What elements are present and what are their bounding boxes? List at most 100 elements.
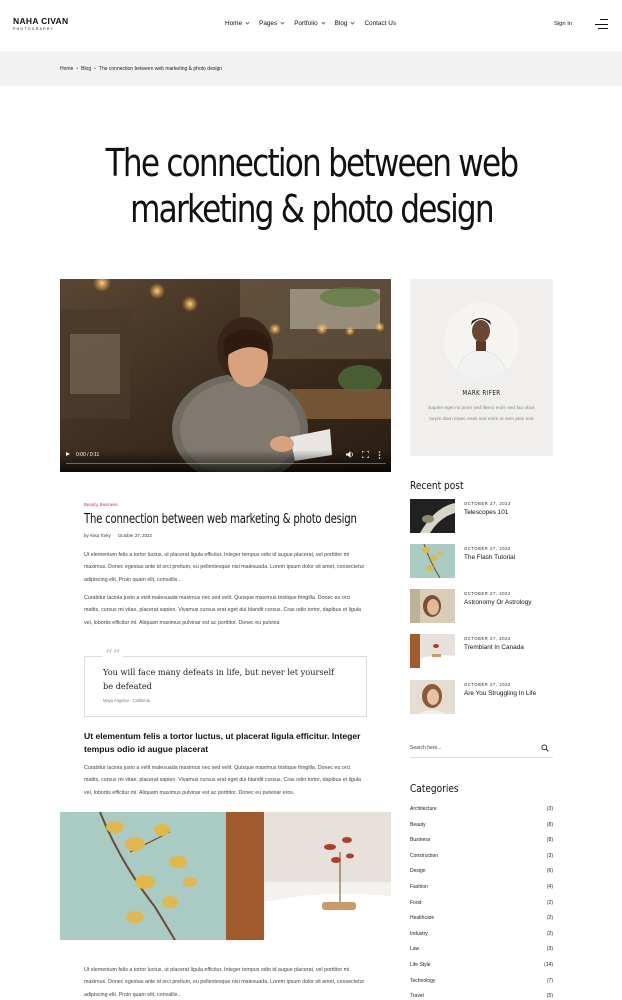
volume-icon[interactable]	[346, 451, 354, 458]
categories-heading: Categories	[410, 782, 459, 795]
play-icon[interactable]	[66, 452, 70, 456]
recent-post-thumbnail[interactable]	[410, 634, 455, 668]
chevron-down-icon	[245, 20, 250, 25]
breadcrumb-home[interactable]: Home	[60, 66, 73, 72]
recent-posts-heading: Recent post	[410, 479, 464, 492]
logo-subtext: PHOTOGRAPHY	[13, 27, 55, 31]
breadcrumb-blog[interactable]: Blog	[81, 66, 91, 72]
search-box	[410, 740, 553, 758]
author-avatar	[444, 303, 519, 378]
logo-text: NAHA CIVAN	[13, 16, 69, 26]
category-name[interactable]: Beauty	[410, 822, 426, 828]
search-icon[interactable]	[541, 744, 549, 752]
post-paragraph: Ut elementum felis a tortor luctus, ut p…	[84, 552, 365, 583]
category-name[interactable]: Travel	[410, 993, 424, 999]
category-count: (2)	[546, 899, 553, 906]
site-header: NAHA CIVAN PHOTOGRAPHY Home Pages Portfo…	[0, 0, 622, 51]
recent-post-title[interactable]: Telescopes 101	[464, 509, 508, 516]
category-item[interactable]: Healthcare (2)	[410, 915, 553, 925]
nav-label: Portfolio	[294, 20, 318, 27]
byline-prefix: by	[84, 533, 89, 538]
category-name[interactable]: Architecture	[410, 806, 437, 812]
search-input[interactable]	[410, 743, 530, 753]
category-name[interactable]: Construction	[410, 853, 438, 859]
category-name[interactable]: Design	[410, 868, 426, 874]
category-item[interactable]: Architecture (3)	[410, 806, 553, 816]
recent-post-item[interactable]: OCTOBER 27, 2022 Telescopes 101	[410, 499, 560, 533]
breadcrumb: Home • Blog • The connection between web…	[60, 66, 222, 72]
category-name[interactable]: Fashion	[410, 884, 428, 890]
more-options-icon[interactable]	[378, 451, 381, 459]
post-image-gallery	[60, 812, 391, 940]
category-name[interactable]: Life Style	[410, 962, 431, 968]
post-paragraph: Curabitur lacinia justo a velit malesuad…	[84, 595, 361, 626]
recent-post-item[interactable]: OCTOBER 27, 2022 Astronomy Or Astrology	[410, 589, 560, 623]
category-name[interactable]: Technology	[410, 978, 435, 984]
hamburger-menu-icon[interactable]	[595, 19, 608, 30]
category-name[interactable]: Business	[410, 837, 430, 843]
main-nav: Home Pages Portfolio Blog Contact Us	[225, 20, 406, 27]
category-name[interactable]: Industry	[410, 931, 428, 937]
nav-item-contact[interactable]: Contact Us	[364, 20, 396, 27]
category-item[interactable]: Law (3)	[410, 946, 553, 956]
post-subheading: Ut elementum felis a tortor luctus, ut p…	[84, 731, 361, 754]
video-player[interactable]: 0:00 / 0:11	[60, 279, 391, 472]
nav-item-pages[interactable]: Pages	[259, 20, 285, 27]
recent-post-thumbnail[interactable]	[410, 544, 455, 578]
post-author[interactable]: Alisa Torky	[90, 533, 111, 538]
nav-label: Contact Us	[364, 20, 397, 27]
page-title: The connection between web marketing & p…	[105, 140, 519, 232]
quote-cite: Maya Angelou - California	[103, 698, 150, 703]
quote-text: You will face many defeats in life, but …	[103, 667, 335, 691]
fullscreen-icon[interactable]	[362, 451, 369, 458]
recent-post-title[interactable]: The Flash Tutorial	[464, 554, 515, 561]
nav-item-blog[interactable]: Blog	[334, 20, 356, 27]
post-tags[interactable]: Beauty, Business	[84, 502, 118, 507]
category-count: (6)	[546, 868, 553, 875]
category-item[interactable]: Life Style (14)	[410, 962, 553, 972]
recent-post-thumbnail[interactable]	[410, 589, 455, 623]
author-photo	[444, 303, 519, 378]
site-logo[interactable]: NAHA CIVAN PHOTOGRAPHY	[13, 16, 69, 32]
category-name[interactable]: Food	[410, 900, 421, 906]
category-item[interactable]: Food (2)	[410, 900, 553, 910]
category-count: (14)	[544, 962, 553, 968]
category-item[interactable]: Design (6)	[410, 868, 553, 878]
post-title: The connection between web marketing & p…	[84, 512, 357, 527]
video-controls	[60, 450, 391, 472]
video-progress-track[interactable]	[66, 463, 386, 465]
recent-post-item[interactable]: OCTOBER 27, 2022 Tremblant In Canada	[410, 634, 560, 668]
author-bio: Sapien eget mi proin sed libero enim sed…	[428, 406, 535, 422]
sign-in-link[interactable]: Sign In	[554, 21, 572, 27]
category-item[interactable]: Travel (5)	[410, 993, 553, 1000]
category-name[interactable]: Healthcare	[410, 915, 434, 921]
category-count: (2)	[546, 930, 553, 937]
breadcrumb-separator: •	[76, 66, 79, 72]
post-paragraph: Ut elementum felis a tortor luctus, ut p…	[84, 967, 365, 998]
nav-item-home[interactable]: Home	[225, 20, 250, 27]
recent-post-title[interactable]: Tremblant In Canada	[464, 644, 524, 651]
recent-post-title[interactable]: Astronomy Or Astrology	[464, 599, 531, 606]
category-count: (7)	[546, 977, 553, 984]
category-count: (3)	[546, 946, 553, 953]
category-item[interactable]: Business (8)	[410, 837, 553, 847]
recent-post-title[interactable]: Are You Struggling In Life	[464, 690, 536, 697]
recent-post-date: OCTOBER 27, 2022	[464, 636, 511, 641]
recent-post-thumbnail[interactable]	[410, 499, 455, 533]
breadcrumb-separator: •	[94, 66, 96, 72]
category-item[interactable]: Construction (3)	[410, 853, 553, 863]
breadcrumb-current: The connection between web marketing & p…	[98, 66, 223, 72]
nav-label: Pages	[259, 20, 278, 27]
category-item[interactable]: Fashion (4)	[410, 884, 553, 894]
category-item[interactable]: Technology (7)	[410, 978, 553, 988]
category-item[interactable]: Industry (2)	[410, 931, 553, 941]
nav-label: Blog	[334, 20, 348, 27]
recent-post-item[interactable]: OCTOBER 27, 2022 The Flash Tutorial	[410, 544, 560, 578]
category-count: (4)	[546, 884, 553, 890]
recent-post-item[interactable]: OCTOBER 27, 2022 Are You Struggling In L…	[410, 680, 560, 714]
post-paragraph: Curabitur lacinia justo a velit malesuad…	[84, 765, 361, 796]
category-name[interactable]: Law	[410, 946, 419, 952]
nav-item-portfolio[interactable]: Portfolio	[294, 20, 326, 27]
recent-post-thumbnail[interactable]	[410, 680, 455, 714]
category-item[interactable]: Beauty (8)	[410, 822, 553, 832]
